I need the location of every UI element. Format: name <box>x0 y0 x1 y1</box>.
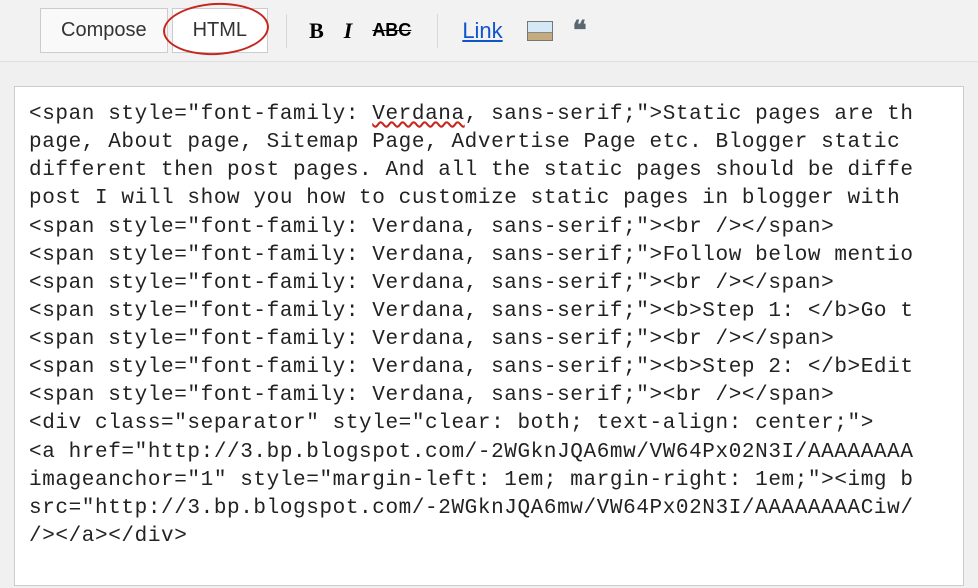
editor-toolbar: Compose HTML B I ABC Link ❝ <box>0 0 978 62</box>
strikethrough-button[interactable]: ABC <box>364 16 419 45</box>
html-tab-label: HTML <box>193 19 247 41</box>
toolbar-divider <box>437 14 438 48</box>
blockquote-icon[interactable]: ❝ <box>567 16 593 46</box>
toolbar-divider <box>286 14 287 48</box>
compose-tab[interactable]: Compose <box>40 8 168 53</box>
bold-button[interactable]: B <box>301 14 332 48</box>
html-code-editor[interactable]: <span style="font-family: Verdana, sans-… <box>14 86 964 586</box>
italic-button[interactable]: I <box>336 14 361 48</box>
link-button[interactable]: Link <box>452 14 512 48</box>
image-icon[interactable] <box>527 21 553 41</box>
html-tab[interactable]: HTML <box>172 8 268 53</box>
